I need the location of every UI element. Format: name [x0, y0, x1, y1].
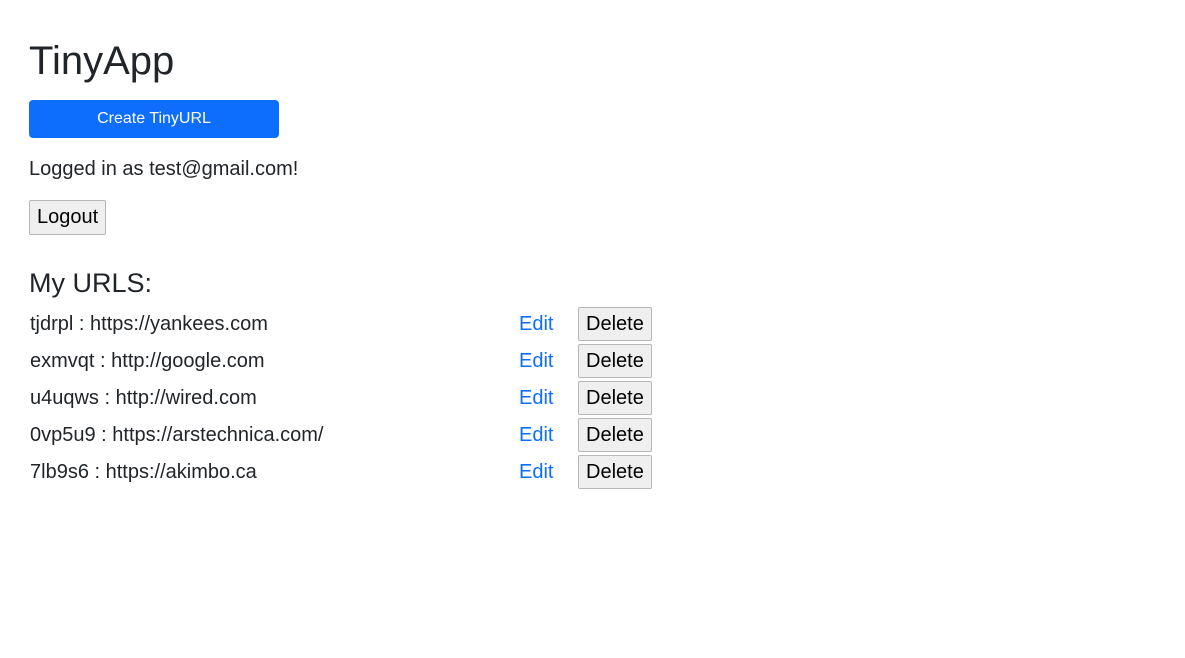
url-entry-text: 7lb9s6 : https://akimbo.ca: [30, 461, 257, 483]
create-tinyurl-button[interactable]: Create TinyURL: [29, 100, 279, 138]
url-row: 7lb9s6 : https://akimbo.ca Edit Delete: [29, 455, 669, 492]
url-row: tjdrpl : https://yankees.com Edit Delete: [29, 307, 669, 344]
delete-button[interactable]: Delete: [578, 307, 652, 341]
url-row: u4uqws : http://wired.com Edit Delete: [29, 381, 669, 418]
delete-button[interactable]: Delete: [578, 344, 652, 378]
edit-link[interactable]: Edit: [519, 381, 553, 415]
url-list: tjdrpl : https://yankees.com Edit Delete…: [29, 307, 669, 492]
logout-button[interactable]: Logout: [29, 200, 107, 235]
edit-link[interactable]: Edit: [519, 307, 553, 341]
url-entry-text: exmvqt : http://google.com: [30, 350, 265, 372]
edit-link[interactable]: Edit: [519, 418, 553, 452]
delete-button[interactable]: Delete: [578, 418, 652, 452]
url-row: exmvqt : http://google.com Edit Delete: [29, 344, 669, 381]
logged-in-status: Logged in as test@gmail.com!: [29, 158, 299, 180]
url-row: 0vp5u9 : https://arstechnica.com/ Edit D…: [29, 418, 669, 455]
delete-button[interactable]: Delete: [578, 381, 652, 415]
url-entry-text: u4uqws : http://wired.com: [30, 387, 257, 409]
url-entry-text: 0vp5u9 : https://arstechnica.com/: [30, 424, 324, 446]
url-entry-text: tjdrpl : https://yankees.com: [30, 313, 268, 335]
app-title: TinyApp: [29, 39, 175, 83]
section-title: My URLS:: [29, 268, 153, 298]
page: TinyApp Create TinyURL Logged in as test…: [0, 0, 1185, 658]
edit-link[interactable]: Edit: [519, 344, 553, 378]
delete-button[interactable]: Delete: [578, 455, 652, 489]
edit-link[interactable]: Edit: [519, 455, 553, 489]
